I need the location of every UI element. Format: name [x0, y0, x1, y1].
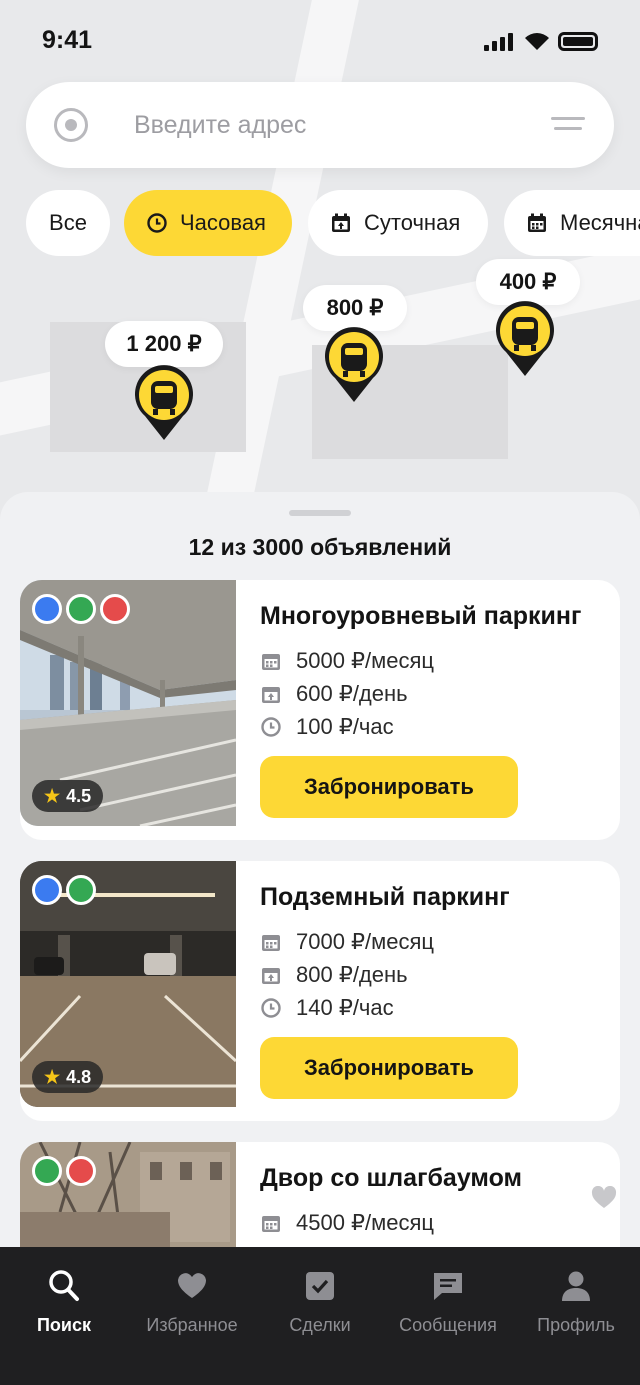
price-hour: 140 ₽/час	[260, 993, 394, 1023]
tab-favorites[interactable]: Избранное	[128, 1247, 256, 1385]
heart-icon[interactable]	[591, 1186, 617, 1210]
rating-value: 4.5	[66, 785, 92, 806]
location-icon[interactable]	[54, 108, 88, 142]
listing-title: Подземный паркинг	[260, 883, 510, 911]
chip-monthly[interactable]: Месячная	[504, 190, 640, 256]
calendar-month-icon	[528, 213, 546, 232]
price-hour-text: 140 ₽/час	[296, 995, 394, 1020]
price-hour: 100 ₽/час	[260, 712, 394, 742]
star-icon: ★	[44, 785, 61, 806]
listing-card[interactable]: ★ 4.8 Подземный паркинг 7000 ₽/месяц 800…	[20, 861, 620, 1121]
checkbox-icon	[306, 1272, 334, 1300]
rating-badge: ★ 4.8	[32, 1061, 104, 1093]
clock-icon	[147, 213, 167, 233]
tab-deals[interactable]: Сделки	[256, 1247, 384, 1385]
calendar-day-icon	[262, 968, 280, 984]
book-button[interactable]: Забронировать	[260, 1037, 518, 1099]
listing-photo[interactable]: ★ 4.5	[20, 580, 236, 826]
cellular-signal-icon	[484, 33, 513, 51]
parking-pin-icon[interactable]	[323, 326, 385, 404]
listing-title: Многоуровневый паркинг	[260, 602, 582, 630]
tab-label: Сообщения	[399, 1315, 497, 1335]
status-bar: 9:41	[0, 0, 640, 80]
dot-red	[100, 594, 130, 624]
chip-hourly[interactable]: Часовая	[124, 190, 292, 256]
listing-photo[interactable]: ★ 4.8	[20, 861, 236, 1107]
price-day: 800 ₽/день	[260, 960, 408, 990]
tab-bar: Поиск Избранное Сделки Сообщения Профиль	[0, 1247, 640, 1385]
user-icon	[562, 1271, 590, 1301]
search-input[interactable]	[134, 106, 534, 144]
clock-icon	[261, 717, 281, 737]
calendar-month-icon	[262, 654, 280, 670]
calendar-month-icon	[262, 935, 280, 951]
tab-label: Избранное	[146, 1315, 238, 1335]
chip-label: Часовая	[180, 210, 266, 235]
chip-label: Суточная	[364, 210, 461, 235]
price-month-text: 7000 ₽/месяц	[296, 929, 435, 954]
dot-green	[66, 594, 96, 624]
listing-title: Двор со шлагбаумом	[260, 1164, 523, 1192]
dot-blue	[32, 875, 62, 905]
book-button[interactable]: Забронировать	[260, 756, 518, 818]
status-time: 9:41	[42, 26, 93, 54]
price-month: 4500 ₽/месяц	[260, 1208, 434, 1238]
listing-card[interactable]: ★ 4.5 Многоуровневый паркинг 5000 ₽/меся…	[20, 580, 620, 840]
rating-value: 4.8	[66, 1066, 92, 1087]
parking-pin-icon[interactable]	[494, 300, 556, 378]
price-day-text: 800 ₽/день	[296, 962, 408, 987]
dot-blue	[32, 594, 62, 624]
tab-label: Профиль	[537, 1315, 615, 1335]
chip-all[interactable]: Все	[26, 190, 110, 256]
clock-icon	[261, 998, 281, 1018]
dot-green	[66, 875, 96, 905]
results-count: 12 из 3000 объявлений	[188, 534, 452, 560]
chat-icon	[434, 1273, 462, 1300]
rent-type-chips: Все Часовая Суточная Месячная	[26, 190, 640, 256]
tab-label: Поиск	[36, 1315, 92, 1335]
battery-icon	[558, 32, 598, 51]
calendar-day-icon	[262, 687, 280, 703]
tab-messages[interactable]: Сообщения	[384, 1247, 512, 1385]
map-price-tag[interactable]: 800 ₽	[303, 285, 407, 331]
price-month: 7000 ₽/месяц	[260, 927, 434, 957]
price-day-text: 600 ₽/день	[296, 681, 408, 706]
tab-label: Сделки	[289, 1315, 351, 1335]
search-bar[interactable]	[26, 82, 614, 168]
dot-green	[32, 1156, 62, 1186]
heart-icon	[178, 1273, 206, 1298]
price-hour-text: 100 ₽/час	[296, 714, 394, 739]
availability-dots	[32, 1156, 96, 1186]
tab-search[interactable]: Поиск	[0, 1247, 128, 1385]
map-price-tag[interactable]: 400 ₽	[476, 259, 580, 305]
availability-dots	[32, 875, 96, 905]
wifi-icon	[525, 33, 549, 50]
price-month: 5000 ₽/месяц	[260, 646, 434, 676]
parking-pin-icon[interactable]	[133, 364, 195, 442]
chip-label: Месячная	[560, 210, 640, 235]
calendar-month-icon	[262, 1216, 280, 1232]
price-month-text: 5000 ₽/месяц	[296, 648, 435, 673]
map-price-tag[interactable]: 1 200 ₽	[105, 321, 223, 367]
dot-red	[66, 1156, 96, 1186]
star-icon: ★	[44, 1066, 61, 1087]
price-month-text: 4500 ₽/месяц	[296, 1210, 435, 1235]
rating-badge: ★ 4.5	[32, 780, 104, 812]
sheet-drag-handle[interactable]	[289, 510, 351, 516]
availability-dots	[32, 594, 130, 624]
calendar-day-icon	[332, 213, 350, 232]
chip-daily[interactable]: Суточная	[308, 190, 488, 256]
chip-label: Все	[49, 210, 87, 235]
price-day: 600 ₽/день	[260, 679, 408, 709]
filter-icon[interactable]	[551, 117, 585, 137]
search-icon	[49, 1270, 79, 1301]
tab-profile[interactable]: Профиль	[512, 1247, 640, 1385]
